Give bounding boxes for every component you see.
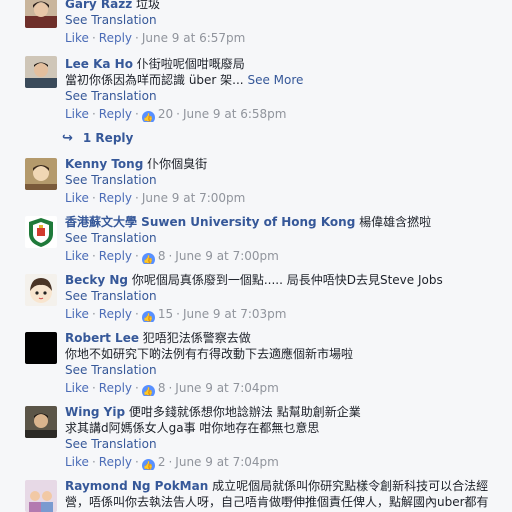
thumbs-up-icon: 👍 — [141, 111, 155, 122]
like-link[interactable]: Like — [65, 249, 89, 263]
timestamp[interactable]: June 9 at 7:03pm — [183, 307, 287, 321]
comment-text: 便咁多錢就係想你地諗辦法 點幫助創新企業 — [128, 405, 361, 419]
timestamp[interactable]: June 9 at 7:00pm — [142, 191, 246, 205]
author-name[interactable]: Gary Razz — [65, 0, 132, 11]
comment-text: 仆你個臭街 — [147, 157, 208, 171]
author-name[interactable]: Wing Yip — [65, 405, 125, 419]
reply-link[interactable]: Reply — [99, 31, 132, 45]
timestamp[interactable]: June 9 at 7:04pm — [175, 455, 279, 469]
timestamp[interactable]: June 9 at 6:57pm — [142, 31, 246, 45]
thumbs-up-icon: 👍 — [141, 311, 155, 322]
see-translation-link[interactable]: See Translation — [65, 363, 157, 377]
like-link[interactable]: Like — [65, 381, 89, 395]
avatar[interactable] — [25, 332, 57, 364]
like-link[interactable]: Like — [65, 455, 89, 469]
comment-text-line-2: 你地不如研究下啲法例有冇得改動下去適應個新市場啦 — [65, 347, 354, 361]
reply-link[interactable]: Reply — [99, 307, 132, 321]
avatar[interactable] — [25, 216, 57, 248]
see-translation-link[interactable]: See Translation — [65, 231, 157, 245]
comment-text: 垃圾 — [136, 0, 161, 11]
comment-text: 犯唔犯法係警察去做 — [142, 331, 251, 345]
avatar[interactable] — [25, 0, 57, 28]
see-translation-link[interactable]: See Translation — [65, 437, 157, 451]
reply-link[interactable]: Reply — [99, 249, 132, 263]
timestamp[interactable]: June 9 at 7:04pm — [175, 381, 279, 395]
reaction-count[interactable]: 15 — [158, 307, 173, 321]
see-translation-link[interactable]: See Translation — [65, 89, 157, 103]
see-translation-link[interactable]: See Translation — [65, 13, 157, 27]
like-link[interactable]: Like — [65, 191, 89, 205]
see-more-link[interactable]: See More — [247, 73, 303, 87]
view-replies-link[interactable]: ↪ 1 Reply — [62, 130, 133, 146]
avatar[interactable] — [25, 480, 57, 512]
see-translation-link[interactable]: See Translation — [65, 173, 157, 187]
comment-text: 你呢個局真係廢到一個點..... 局長仲唔快D去見Steve Jobs — [131, 273, 443, 287]
avatar[interactable] — [25, 274, 57, 306]
author-name[interactable]: Kenny Tong — [65, 157, 143, 171]
thumbs-up-icon: 👍 — [141, 459, 155, 470]
see-translation-link[interactable]: See Translation — [65, 289, 157, 303]
timestamp[interactable]: June 9 at 6:58pm — [183, 107, 287, 121]
thumbs-up-icon: 👍 — [141, 385, 155, 396]
reply-arrow-icon: ↪ — [62, 131, 73, 146]
comment-text: 成立呢個局就係叫你研究點樣令創新科技可以合法經 — [212, 479, 489, 493]
reply-count[interactable]: 1 Reply — [83, 131, 133, 145]
avatar[interactable] — [25, 56, 57, 88]
reply-link[interactable]: Reply — [99, 191, 132, 205]
comment-text-line-2: 營，唔係叫你去執法告人呀，自己唔肯做嘢伸推個責任俾人，點解國內uber都有 — [65, 495, 489, 509]
author-name[interactable]: 香港蘇文大學 Suwen University of Hong Kong — [65, 215, 355, 229]
like-link[interactable]: Like — [65, 107, 89, 121]
comment-text: 楊偉雄含撚啦 — [359, 215, 432, 229]
like-link[interactable]: Like — [65, 31, 89, 45]
timestamp[interactable]: June 9 at 7:00pm — [175, 249, 279, 263]
author-name[interactable]: Becky Ng — [65, 273, 128, 287]
like-link[interactable]: Like — [65, 307, 89, 321]
author-name[interactable]: Robert Lee — [65, 331, 139, 345]
comment-text-line-2: 求其講d阿媽係女人ga事 咁你地存在都無乜意思 — [65, 421, 320, 435]
comment-feed: Gary Razz 垃圾 See Translation Like · Reply ·… — [0, 0, 512, 512]
reply-link[interactable]: Reply — [99, 455, 132, 469]
author-name[interactable]: Lee Ka Ho — [65, 57, 133, 71]
avatar[interactable] — [25, 158, 57, 190]
comment-text: 仆街啦呢個咁嘅廢局 — [136, 57, 245, 71]
author-name[interactable]: Raymond Ng PokMan — [65, 479, 208, 493]
avatar[interactable] — [25, 406, 57, 438]
reply-link[interactable]: Reply — [99, 381, 132, 395]
reaction-count[interactable]: 20 — [158, 107, 173, 121]
thumbs-up-icon: 👍 — [141, 253, 155, 264]
reply-link[interactable]: Reply — [99, 107, 132, 121]
comment-text-line-2: 當初你係因為咩而認識 über 架... — [65, 73, 244, 87]
